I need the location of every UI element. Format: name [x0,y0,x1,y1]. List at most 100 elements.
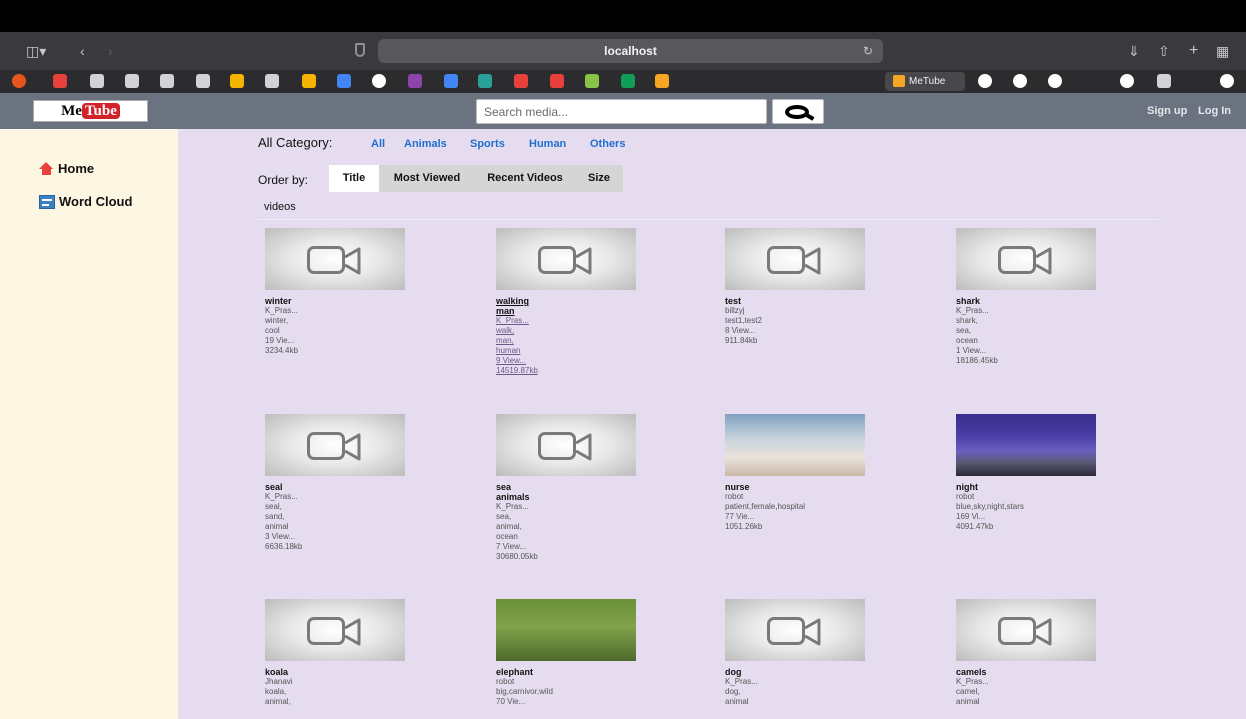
category-animals[interactable]: Animals [404,138,447,150]
video-title[interactable]: walking man [496,296,536,316]
video-thumbnail[interactable] [496,599,636,661]
reload-icon[interactable]: ↻ [863,39,873,63]
tab-favicon-google-icon[interactable] [1013,74,1027,88]
tab-favicon-app-icon[interactable] [550,74,564,88]
order-recent-videos-button[interactable]: Recent Videos [475,165,575,192]
video-meta-line: billzyj [725,306,745,315]
video-camera-lens-icon [344,618,361,646]
video-title[interactable]: shark [956,296,1106,306]
download-icon[interactable]: ⇓ [1128,41,1140,61]
video-card[interactable]: night robot blue,sky,night,stars 169 Vi... 4… [956,414,1106,532]
video-card[interactable]: camels K_Pras... camel, animal [956,599,1106,707]
video-card[interactable]: koala Jhanavi koala, animal, [265,599,415,707]
tab-favicon-google-icon[interactable] [372,74,386,88]
active-tab[interactable]: MeTube [885,72,965,91]
category-others[interactable]: Others [590,138,625,150]
video-thumbnail[interactable] [956,228,1096,290]
tab-favicon-app-icon[interactable] [585,74,599,88]
video-thumbnail[interactable] [725,228,865,290]
video-camera-lens-icon [575,433,592,461]
tab-favicon-google-icon[interactable] [978,74,992,88]
video-title[interactable]: nurse [725,482,875,492]
video-thumbnail[interactable] [725,599,865,661]
video-thumbnail[interactable] [265,599,405,661]
video-card[interactable]: shark K_Pras... shark, sea, ocean 1 View... 18… [956,228,1106,366]
video-meta-line: K_Pras... [956,677,989,686]
tab-favicon-google-icon[interactable] [1120,74,1134,88]
tab-favicon-docs-icon[interactable] [444,74,458,88]
sidebar-item-home[interactable]: Home [39,161,94,176]
divider [258,219,1158,220]
video-title[interactable]: koala [265,667,415,677]
video-title[interactable]: seal [265,482,415,492]
video-title[interactable]: elephant [496,667,646,677]
tab-favicon-google-icon[interactable] [1048,74,1062,88]
tab-favicon-firefox-icon[interactable] [12,74,26,88]
sidebar-item-word-cloud[interactable]: Word Cloud [39,194,132,209]
video-card[interactable]: dog K_Pras... dog, animal [725,599,875,707]
category-sports[interactable]: Sports [470,138,505,150]
tab-favicon-google-icon[interactable] [1220,74,1234,88]
search-button[interactable] [772,99,824,124]
video-thumbnail[interactable] [956,414,1096,476]
video-title[interactable]: test [725,296,875,306]
video-thumbnail[interactable] [496,414,636,476]
video-card[interactable]: seal K_Pras... seal, sand, animal 3 View... 66… [265,414,415,552]
order-size-button[interactable]: Size [575,165,623,192]
logo-highlight: Tube [81,103,120,119]
privacy-shield-icon[interactable] [355,43,365,57]
video-title[interactable]: camels [956,667,1106,677]
video-thumbnail[interactable] [956,599,1096,661]
video-title[interactable]: night [956,482,1106,492]
order-most-viewed-button[interactable]: Most Viewed [379,165,475,192]
tab-favicon-link-icon[interactable] [125,74,139,88]
video-card[interactable]: winter K_Pras... winter, cool 19 Vie... 3234.… [265,228,415,356]
video-meta-line: K_Pras... [265,492,298,501]
video-card[interactable]: nurse robot patient,female,hospital 77 Vie.… [725,414,875,532]
video-thumbnail[interactable] [496,228,636,290]
new-tab-icon[interactable]: + [1189,41,1198,61]
tab-favicon-drive-icon[interactable] [230,74,244,88]
forward-icon[interactable]: › [108,41,113,61]
video-card[interactable]: walking man K_Pras... walk, man, human 9 View… [496,228,646,376]
back-icon[interactable]: ‹ [80,41,85,61]
search-input[interactable] [476,99,767,124]
video-thumbnail[interactable] [265,228,405,290]
tab-favicon-app-icon[interactable] [514,74,528,88]
metube-logo[interactable]: Me Tube [33,100,148,122]
tab-favicon-github-icon[interactable] [160,74,174,88]
login-link[interactable]: Log In [1198,93,1231,129]
tab-favicon-docs-icon[interactable] [337,74,351,88]
video-title[interactable]: sea animals [496,482,536,502]
order-title-button[interactable]: Title [329,165,379,192]
tab-favicon-app-icon[interactable] [53,74,67,88]
video-meta-line: blue,sky,night,stars [956,502,1024,511]
tab-favicon-github-icon[interactable] [196,74,210,88]
video-card[interactable]: elephant robot big,carnivor,wild 70 Vie... [496,599,646,707]
share-icon[interactable]: ⇧ [1158,41,1170,61]
tab-favicon-app-icon[interactable] [408,74,422,88]
video-title[interactable]: dog [725,667,875,677]
sidebar-toggle-icon[interactable]: ◫▾ [26,41,46,61]
video-card[interactable]: test billzyj test1,test2 8 View... 911.84kb [725,228,875,346]
address-bar[interactable]: localhost ↻ [378,39,883,63]
tab-favicon-sheets-icon[interactable] [621,74,635,88]
video-card[interactable]: sea animals K_Pras... sea, animal, ocean 7 Vi… [496,414,646,562]
video-thumbnail[interactable] [265,414,405,476]
video-thumbnail[interactable] [725,414,865,476]
category-human[interactable]: Human [529,138,566,150]
category-all[interactable]: All [371,138,385,150]
tab-favicon-drive-icon[interactable] [302,74,316,88]
tab-favicon-github-icon[interactable] [265,74,279,88]
video-meta-line: 3234.4kb [265,346,298,355]
word-cloud-icon [39,194,55,209]
signup-link[interactable]: Sign up [1147,93,1187,129]
video-title[interactable]: winter [265,296,415,306]
tab-overview-icon[interactable]: ▦ [1216,41,1229,61]
video-meta-line: ocean [496,532,518,541]
video-meta-line: 1 View... [956,346,987,355]
tab-favicon-app-icon[interactable] [478,74,492,88]
tab-favicon-app-icon[interactable] [655,74,669,88]
tab-favicon-link-icon[interactable] [90,74,104,88]
tab-favicon-app-icon[interactable] [1157,74,1171,88]
